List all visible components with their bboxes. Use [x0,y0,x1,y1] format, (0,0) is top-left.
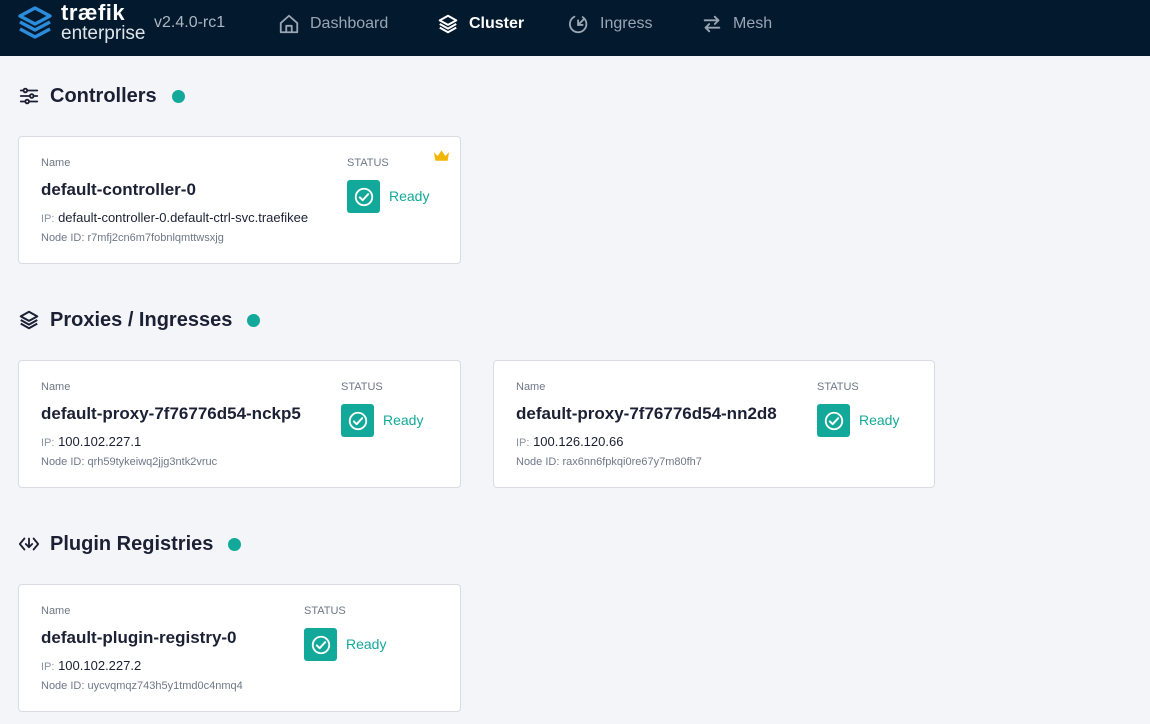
status-value: Ready [383,412,424,428]
nav-cluster[interactable]: Cluster [437,12,524,36]
status-label: STATUS [817,381,859,393]
ip-label: IP: [41,661,55,673]
name-label: Name [41,605,71,617]
node-id-label: Node ID: [516,456,560,468]
status-value: Ready [389,188,430,204]
brand-line1: træfik [61,0,126,25]
nav-dashboard-label: Dashboard [310,15,389,32]
status-label: STATUS [347,157,389,169]
sliders-icon [19,87,39,105]
plugins-status-dot [228,537,242,551]
controller-card[interactable]: Name default-controller-0 IP: default-co… [18,136,461,264]
proxies-section-header: Proxies / Ingresses [18,305,261,335]
proxies-status-dot [247,313,261,327]
ip-label: IP: [516,437,530,449]
plugin-registry-card[interactable]: Name default-plugin-registry-0 IP: 100.1… [18,584,461,712]
ip-line: IP: 100.126.120.66 [516,434,623,449]
name-label: Name [41,157,71,169]
plugin-registry-icon [18,537,40,551]
ingress-icon [568,15,588,34]
node-name: default-proxy-7f76776d54-nckp5 [41,404,301,423]
ip-label: IP: [41,213,55,225]
ip-line: IP: 100.102.227.2 [41,658,141,673]
status-label: STATUS [341,381,383,393]
node-id-label: Node ID: [41,680,85,692]
ready-check-icon [341,404,374,437]
node-id-label: Node ID: [41,456,85,468]
brand-name: træfik enterprise [61,0,146,44]
node-id-value: uycvqmqz743h5y1tmd0c4nmq4 [87,680,243,692]
version-label: v2.4.0-rc1 [154,14,226,31]
node-name: default-proxy-7f76776d54-nn2d8 [516,404,777,423]
node-id-line: Node ID: rax6nn6fpkqi0re67y7m80fh7 [516,456,702,468]
proxy-card[interactable]: Name default-proxy-7f76776d54-nckp5 IP: … [18,360,461,488]
status-value: Ready [859,412,900,428]
status-value: Ready [346,636,387,652]
top-navbar: træfik enterprise v2.4.0-rc1 Dashboard C… [0,0,1150,56]
plugins-section-header: Plugin Registries [18,529,242,559]
ip-value: 100.126.120.66 [533,434,624,449]
ip-value: 100.102.227.1 [58,434,142,449]
controllers-section-header: Controllers [18,81,185,111]
name-label: Name [41,381,71,393]
nav-mesh-label: Mesh [733,15,773,32]
node-id-line: Node ID: uycvqmqz743h5y1tmd0c4nmq4 [41,680,243,692]
node-name: default-controller-0 [41,180,196,199]
proxy-card[interactable]: Name default-proxy-7f76776d54-nn2d8 IP: … [493,360,935,488]
crown-icon [433,150,450,161]
brand-line2: enterprise [61,23,146,44]
ip-value: 100.102.227.2 [58,658,142,673]
node-id-line: Node ID: qrh59tykeiwq2jjg3ntk2vruc [41,456,217,468]
nav-ingress[interactable]: Ingress [568,12,652,36]
ip-line: IP: 100.102.227.1 [41,434,141,449]
ip-line: IP: default-controller-0.default-ctrl-sv… [41,210,308,225]
node-id-value: r7mfj2cn6m7fobnlqmttwsxjg [87,232,224,244]
name-label: Name [516,381,546,393]
node-name: default-plugin-registry-0 [41,628,237,647]
layers-icon [19,310,39,330]
node-id-line: Node ID: r7mfj2cn6m7fobnlqmttwsxjg [41,232,224,244]
ip-value: default-controller-0.default-ctrl-svc.tr… [58,210,309,225]
node-id-value: rax6nn6fpkqi0re67y7m80fh7 [562,456,702,468]
ready-check-icon [817,404,850,437]
ready-check-icon [304,628,337,661]
arrows-exchange-icon [703,15,721,33]
traefik-logo-icon[interactable] [17,6,53,42]
ip-label: IP: [41,437,55,449]
controllers-title: Controllers [50,84,157,107]
nav-cluster-label: Cluster [469,15,525,32]
nav-dashboard[interactable]: Dashboard [278,12,388,36]
nav-ingress-label: Ingress [600,15,653,32]
status-label: STATUS [304,605,346,617]
layers-icon [438,14,458,34]
nav-mesh[interactable]: Mesh [701,12,772,36]
plugins-title: Plugin Registries [50,532,214,555]
node-id-value: qrh59tykeiwq2jjg3ntk2vruc [87,456,218,468]
proxies-title: Proxies / Ingresses [50,308,233,331]
node-id-label: Node ID: [41,232,85,244]
controllers-status-dot [171,89,185,103]
ready-check-icon [347,180,380,213]
home-icon [279,14,299,34]
